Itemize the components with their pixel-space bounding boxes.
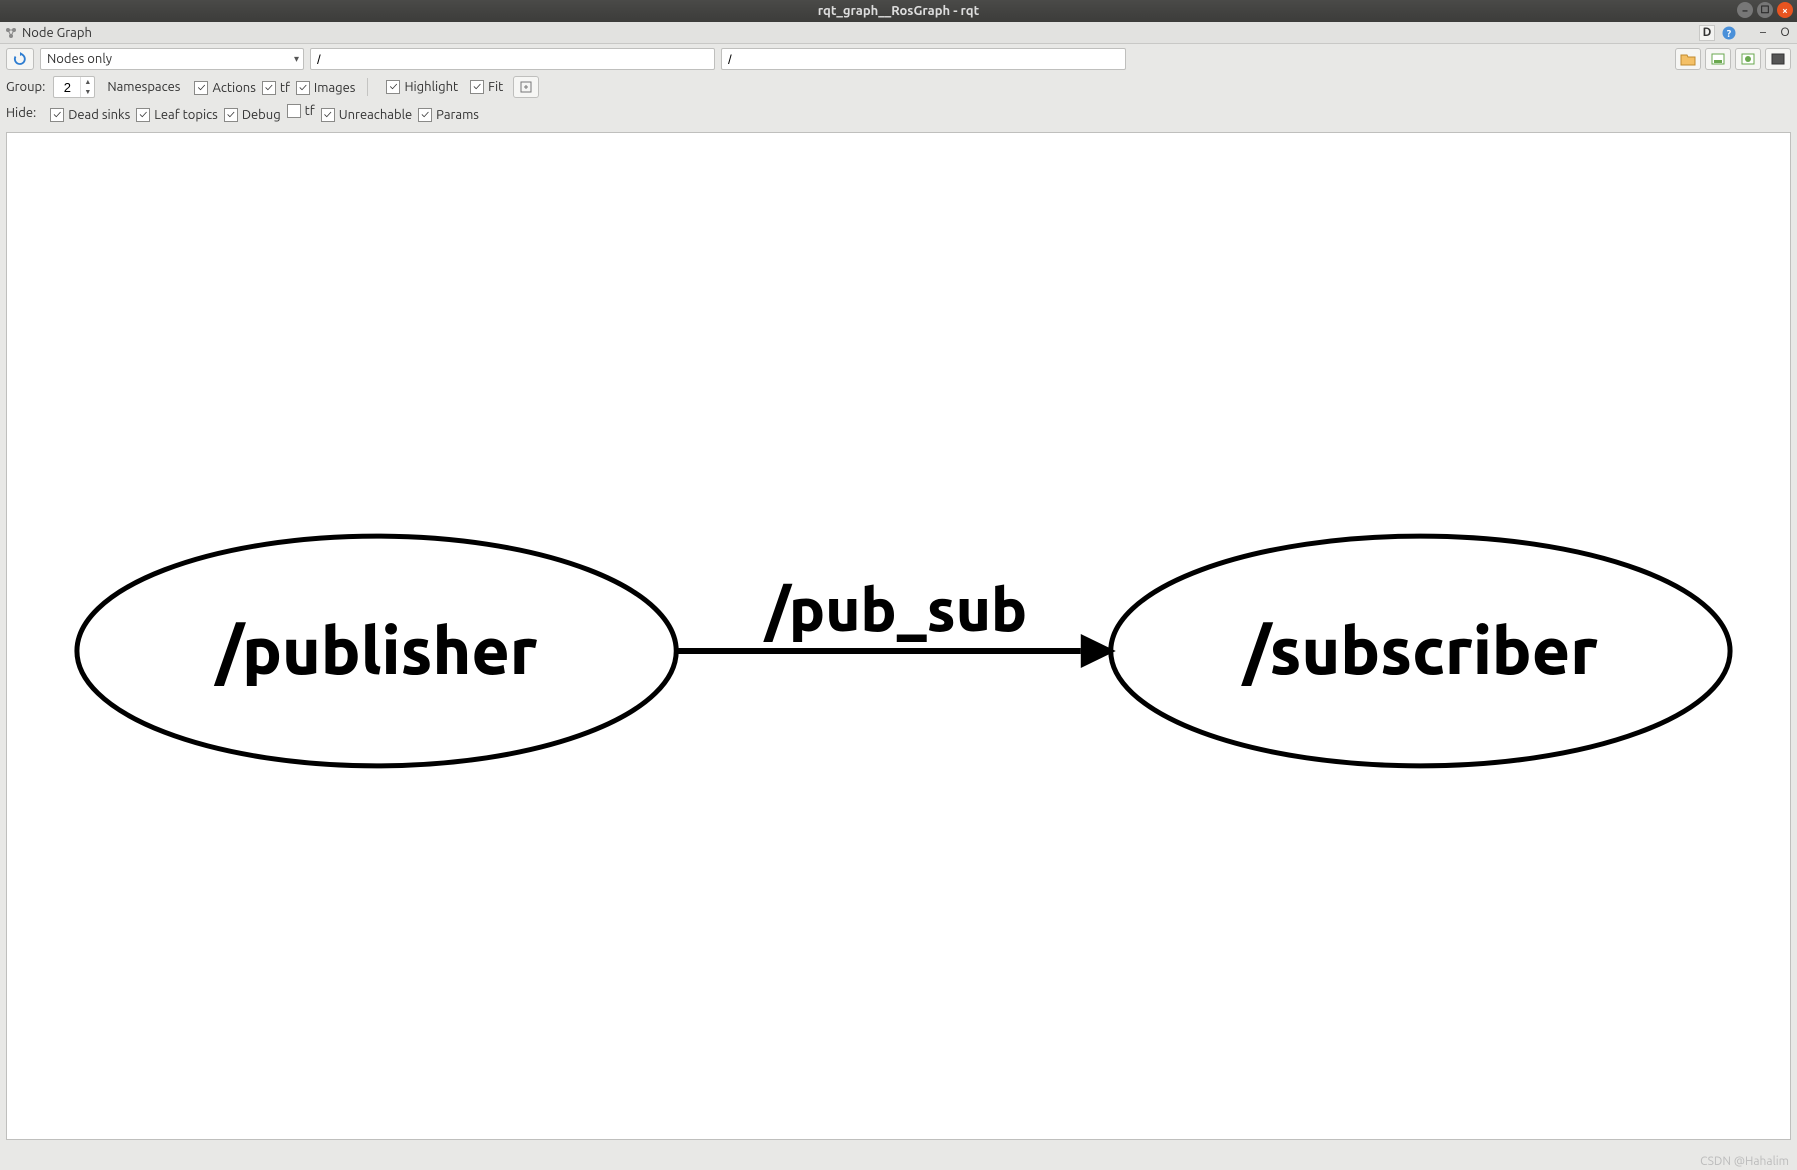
checkbox-box: ✓ [386, 80, 400, 94]
window-close-button[interactable]: × [1777, 2, 1793, 18]
panel-icon [4, 26, 18, 40]
save-svg-button[interactable] [1735, 48, 1761, 70]
edge-label: /pub_sub [763, 576, 1027, 643]
watermark: CSDN @Hahalim [1700, 1155, 1789, 1168]
graph-canvas[interactable]: /publisher /subscriber /pub_sub [6, 132, 1791, 1140]
panel-undock-button[interactable]: – [1755, 25, 1771, 41]
view-mode-dropdown[interactable]: Nodes only ▾ [40, 48, 304, 70]
save-dot-icon [1710, 52, 1726, 66]
topic-filter-input[interactable] [721, 48, 1126, 70]
checkbox-box: ✓ [262, 81, 276, 95]
window-minimize-button[interactable]: – [1737, 2, 1753, 18]
checkbox-box: ✓ [470, 80, 484, 94]
hide-params-label: Params [436, 108, 479, 122]
group-actions-label: Actions [212, 81, 255, 95]
folder-open-icon [1680, 52, 1696, 66]
hide-debug-label: Debug [242, 108, 281, 122]
graph-canvas-wrap: /publisher /subscriber /pub_sub [0, 126, 1797, 1146]
hide-tf2-label: tf [305, 104, 315, 118]
svg-text:?: ? [1727, 28, 1732, 39]
fit-view-button[interactable] [513, 76, 539, 98]
panel-header: Node Graph D ? – O [0, 22, 1797, 44]
help-icon[interactable]: ? [1721, 25, 1737, 41]
toolbar-row-1: Nodes only ▾ [0, 44, 1797, 74]
toolbar-row-2: Group: ▲ ▼ Namespaces ✓ Actions ✓ tf ✓ Images… [0, 74, 1797, 102]
hide-unreach-checkbox[interactable]: ✓ Unreachable [321, 108, 412, 122]
window-titlebar: rqt_graph__RosGraph - rqt – ☐ × [0, 0, 1797, 22]
hide-leaf-label: Leaf topics [154, 108, 218, 122]
hide-debug-checkbox[interactable]: ✓ Debug [224, 108, 281, 122]
checkbox-box: ✓ [194, 81, 208, 95]
group-tf-checkbox[interactable]: ✓ tf [262, 81, 290, 95]
fit-label: Fit [488, 80, 503, 94]
dropdown-arrow-icon: ▾ [294, 53, 299, 65]
panel-popout-button[interactable]: O [1777, 25, 1793, 41]
save-image-icon [1770, 52, 1786, 66]
highlight-label: Highlight [404, 80, 458, 94]
window-title: rqt_graph__RosGraph - rqt [818, 4, 979, 18]
spin-arrows: ▲ ▼ [80, 77, 94, 97]
panel-badge-d[interactable]: D [1699, 25, 1715, 41]
spin-down-button[interactable]: ▼ [81, 87, 94, 97]
window-controls: – ☐ × [1737, 2, 1793, 18]
toolbar-icon-group [1675, 48, 1791, 70]
checkbox-box: ✓ [136, 108, 150, 122]
hide-unreach-label: Unreachable [339, 108, 412, 122]
separator [367, 78, 368, 96]
checkbox-box: ✓ [418, 108, 432, 122]
group-actions-checkbox[interactable]: ✓ Actions [194, 81, 255, 95]
window-maximize-button[interactable]: ☐ [1757, 2, 1773, 18]
fit-checkbox[interactable]: ✓ Fit [470, 80, 503, 94]
panel-title: Node Graph [22, 26, 92, 40]
checkbox-box: ✓ [321, 108, 335, 122]
group-depth-spin[interactable]: ▲ ▼ [53, 76, 95, 98]
group-tf-label: tf [280, 81, 290, 95]
group-images-checkbox[interactable]: ✓ Images [296, 81, 356, 95]
fit-view-icon [519, 80, 533, 94]
node-subscriber-label: /subscriber [1241, 614, 1598, 687]
checkbox-box [287, 104, 301, 118]
node-filter-input[interactable] [310, 48, 715, 70]
graph-svg: /publisher /subscriber /pub_sub [7, 133, 1790, 1139]
group-depth-input[interactable] [54, 80, 80, 95]
load-dot-button[interactable] [1675, 48, 1701, 70]
hide-params-checkbox[interactable]: ✓ Params [418, 108, 479, 122]
save-svg-icon [1740, 52, 1756, 66]
namespaces-label: Namespaces [107, 80, 180, 94]
hide-dead-checkbox[interactable]: ✓ Dead sinks [50, 108, 130, 122]
highlight-checkbox[interactable]: ✓ Highlight [386, 80, 458, 94]
hide-dead-label: Dead sinks [68, 108, 130, 122]
group-images-label: Images [314, 81, 356, 95]
node-publisher-label: /publisher [214, 614, 538, 687]
checkbox-box: ✓ [50, 108, 64, 122]
checkbox-box: ✓ [224, 108, 238, 122]
group-label: Group: [6, 80, 45, 94]
toolbar-row-3: Hide: ✓ Dead sinks ✓ Leaf topics ✓ Debug tf ✓ Un… [0, 102, 1797, 126]
save-image-button[interactable] [1765, 48, 1791, 70]
hide-label: Hide: [6, 106, 36, 120]
hide-tf2-checkbox[interactable]: tf [287, 104, 315, 118]
refresh-icon [13, 52, 27, 66]
spin-up-button[interactable]: ▲ [81, 77, 94, 87]
refresh-button[interactable] [6, 48, 34, 70]
view-mode-value: Nodes only [47, 52, 112, 66]
hide-leaf-checkbox[interactable]: ✓ Leaf topics [136, 108, 218, 122]
save-dot-button[interactable] [1705, 48, 1731, 70]
checkbox-box: ✓ [296, 81, 310, 95]
